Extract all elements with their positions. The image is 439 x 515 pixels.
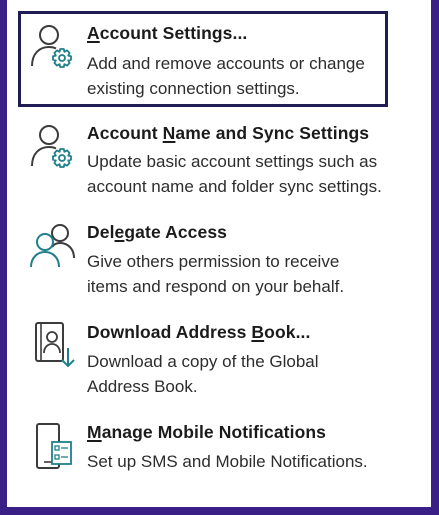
- menu-item-manage-mobile-notifications[interactable]: Manage Mobile Notifications Set up SMS a…: [18, 414, 388, 490]
- account-sync-settings-icon: [28, 122, 78, 172]
- menu-item-account-settings[interactable]: Account Settings... Add and remove accou…: [18, 11, 388, 107]
- mobile-notifications-icon: [28, 422, 78, 472]
- menu-item-description: Download a copy of the Global Address Bo…: [87, 352, 319, 396]
- menu-item-title: Delegate Access: [87, 222, 227, 242]
- address-book-download-icon: [28, 320, 78, 370]
- delegate-people-icon: [28, 220, 78, 270]
- menu-item-title: Download Address Book...: [87, 322, 311, 342]
- account-settings-icon: [28, 22, 78, 72]
- menu-item-description: Add and remove accounts or change existi…: [87, 54, 365, 98]
- menu-item-description: Set up SMS and Mobile Notifications.: [87, 452, 368, 471]
- menu-item-title: Account Name and Sync Settings: [87, 123, 370, 143]
- menu-item-download-address-book[interactable]: Download Address Book... Download a copy…: [18, 314, 388, 402]
- menu-item-description: Give others permission to receive items …: [87, 252, 345, 296]
- account-settings-menu: Account Settings... Add and remove accou…: [7, 0, 431, 507]
- menu-item-description: Update basic account settings such as ac…: [87, 152, 382, 196]
- menu-item-account-name-sync-settings[interactable]: Account Name and Sync Settings Update ba…: [18, 114, 388, 202]
- menu-item-delegate-access[interactable]: Delegate Access Give others permission t…: [18, 214, 388, 302]
- menu-item-title: Account Settings...: [87, 23, 248, 43]
- menu-item-title: Manage Mobile Notifications: [87, 422, 326, 442]
